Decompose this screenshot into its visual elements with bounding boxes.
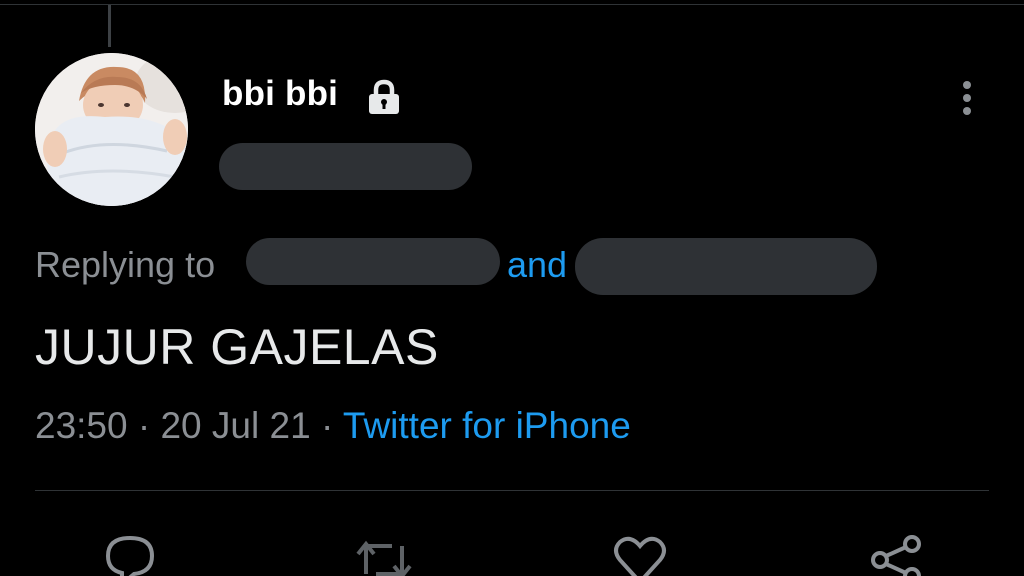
thread-connector-line (108, 5, 111, 47)
redacted-username (219, 143, 472, 190)
share-icon[interactable] (866, 530, 926, 576)
tweet-text: JUJUR GAJELAS (35, 319, 439, 375)
reply-icon[interactable] (100, 530, 160, 576)
retweet-icon[interactable] (352, 530, 412, 576)
tweet-source-link[interactable]: Twitter for iPhone (343, 405, 631, 446)
avatar[interactable] (35, 53, 188, 206)
top-divider (0, 4, 1024, 5)
redacted-reply-handle-1[interactable] (246, 238, 500, 285)
tweet-meta: 23:50 · 20 Jul 21 · Twitter for iPhone (35, 405, 631, 447)
meta-separator: · (320, 405, 334, 446)
meta-separator: · (137, 405, 151, 446)
lock-icon (365, 78, 403, 116)
replying-and-text: and (507, 244, 568, 285)
actions-divider (35, 490, 989, 491)
heart-icon[interactable] (610, 530, 670, 576)
redacted-reply-handle-2[interactable] (575, 238, 877, 295)
replying-to-row: Replying to and (35, 244, 567, 286)
display-name[interactable]: bbi bbi (222, 74, 338, 114)
more-vertical-icon[interactable] (957, 80, 977, 118)
tweet-detail-screen: bbi bbi Replying to and JUJUR GAJELAS 23… (0, 0, 1024, 576)
replying-to-label: Replying to (35, 244, 216, 285)
tweet-time: 23:50 (35, 405, 128, 446)
tweet-date: 20 Jul 21 (160, 405, 311, 446)
